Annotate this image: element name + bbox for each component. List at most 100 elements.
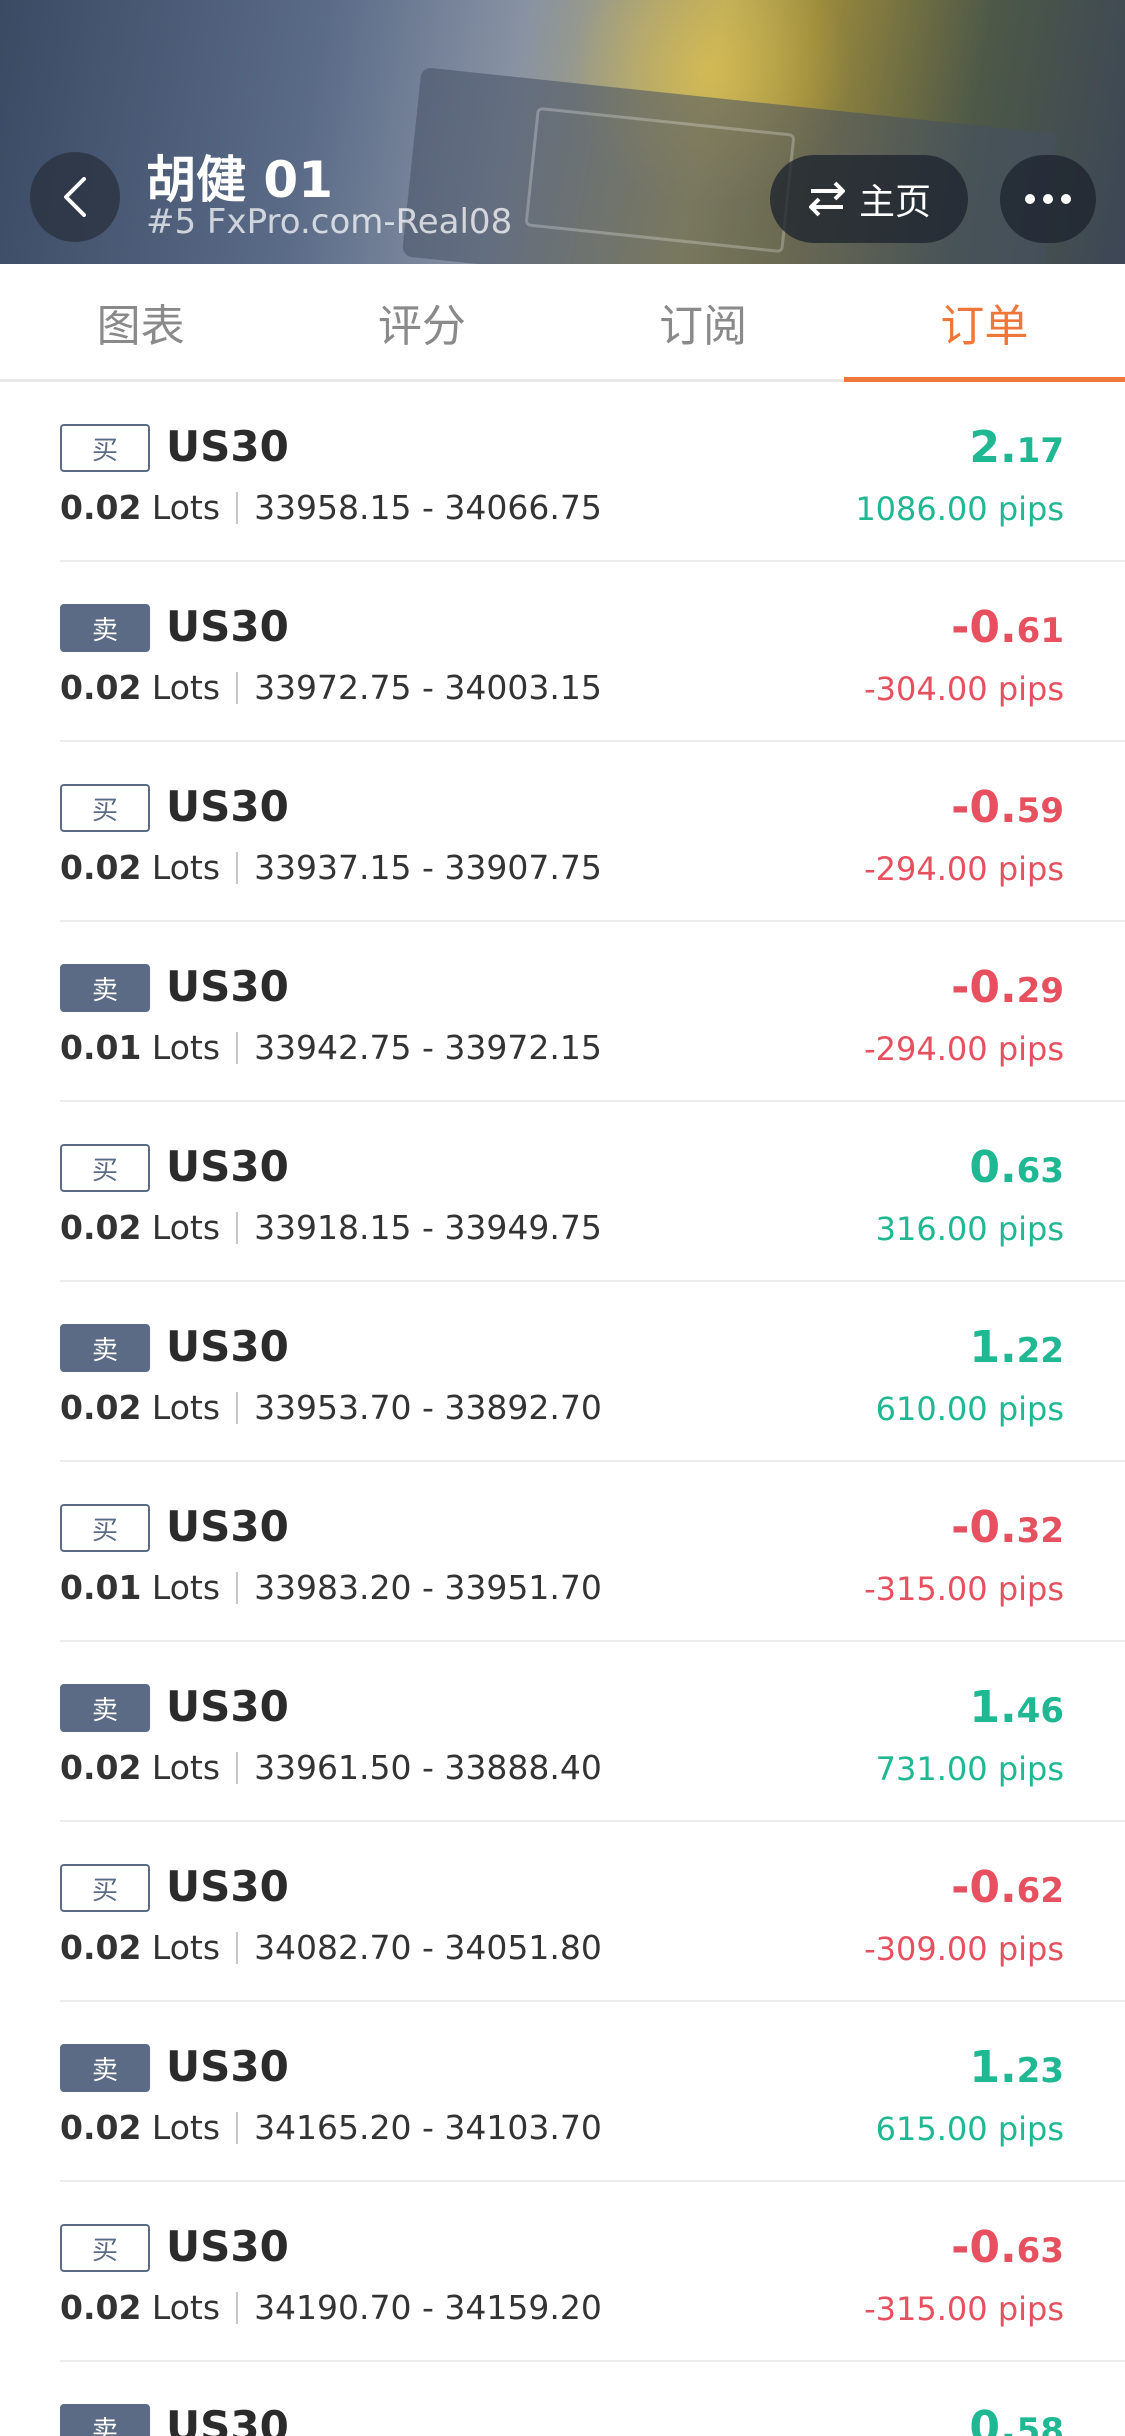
order-side-badge: 卖 xyxy=(60,2044,150,2092)
order-symbol: US30 xyxy=(166,962,289,1011)
order-profit-int: -0. xyxy=(951,782,1017,833)
order-details: 0.02 Lots 33972.75 - 34003.15 xyxy=(60,668,602,707)
order-row[interactable]: 买 US30 0.02 Lots 34082.70 - 34051.80 -0.… xyxy=(60,1822,1125,2002)
order-pips-value: 1086.00 xyxy=(855,490,988,528)
divider xyxy=(236,1751,239,1784)
order-symbol: US30 xyxy=(166,2402,289,2436)
order-profit-dec: 46 xyxy=(1016,1691,1064,1731)
order-price-range: 33983.20 - 33951.70 xyxy=(254,1568,602,1607)
home-button[interactable]: 主页 xyxy=(770,155,968,243)
pips-unit: pips xyxy=(997,1930,1064,1968)
back-button[interactable] xyxy=(30,152,120,242)
order-lots: 0.02 xyxy=(60,2108,142,2147)
tab-rating[interactable]: 评分 xyxy=(281,264,562,379)
order-pips: -294.00 pips xyxy=(864,850,1064,888)
tab-bar: 图表 评分 订阅 订单 xyxy=(0,264,1125,382)
order-pips-value: -309.00 xyxy=(864,1930,988,1968)
order-pips-value: 610.00 xyxy=(875,1390,988,1428)
order-profit-int: 0. xyxy=(969,1142,1017,1193)
order-pips-value: 316.00 xyxy=(875,1210,988,1248)
more-button[interactable] xyxy=(1000,155,1096,243)
order-pips: 731.00 pips xyxy=(876,1750,1064,1788)
order-row[interactable]: 卖 US30 0.02 Lots 33961.50 - 33888.40 1.4… xyxy=(60,1642,1125,1822)
order-details: 0.01 Lots 33942.75 - 33972.15 xyxy=(60,1028,602,1067)
swap-arrows-icon xyxy=(808,181,845,217)
lots-unit: Lots xyxy=(151,2108,221,2147)
divider xyxy=(236,671,239,704)
pips-unit: pips xyxy=(997,490,1064,528)
order-symbol: US30 xyxy=(166,2222,289,2271)
order-side-badge: 卖 xyxy=(60,2404,150,2436)
order-profit: -0.29 xyxy=(951,962,1064,1013)
order-side-badge: 卖 xyxy=(60,604,150,652)
order-symbol: US30 xyxy=(166,2042,289,2091)
order-row[interactable]: 卖 US30 0.02 Lots 33953.70 - 33892.70 1.2… xyxy=(60,1282,1125,1462)
order-row[interactable]: 卖 US30 0.02 Lots 33972.75 - 34003.15 -0.… xyxy=(60,562,1125,742)
order-lots: 0.02 xyxy=(60,668,142,707)
order-details: 0.02 Lots 33918.15 - 33949.75 xyxy=(60,1208,602,1247)
order-profit: -0.32 xyxy=(951,1502,1064,1553)
tab-subscribe[interactable]: 订阅 xyxy=(563,264,844,379)
divider xyxy=(236,2111,239,2144)
order-profit-dec: 32 xyxy=(1016,1511,1064,1551)
order-symbol: US30 xyxy=(166,602,289,651)
order-price-range: 33937.15 - 33907.75 xyxy=(254,848,602,887)
order-side-badge: 卖 xyxy=(60,964,150,1012)
order-row[interactable]: 卖 US30 0.02 Lots 34165.20 - 34103.70 1.2… xyxy=(60,2002,1125,2182)
order-profit: 1.23 xyxy=(969,2042,1064,2093)
order-symbol: US30 xyxy=(166,1682,289,1731)
lots-unit: Lots xyxy=(151,2288,221,2327)
order-profit-dec: 63 xyxy=(1016,1151,1064,1191)
account-header: 胡健 01 #5 FxPro.com-Real08 主页 xyxy=(0,0,1125,264)
order-profit: -0.62 xyxy=(951,1862,1064,1913)
order-profit: 0.58 xyxy=(969,2402,1064,2436)
order-row[interactable]: 买 US30 0.02 Lots 33918.15 - 33949.75 0.6… xyxy=(60,1102,1125,1282)
order-details: 0.02 Lots 34165.20 - 34103.70 xyxy=(60,2108,602,2147)
lots-unit: Lots xyxy=(151,848,221,887)
order-profit-dec: 59 xyxy=(1016,791,1064,831)
order-profit-dec: 29 xyxy=(1016,971,1064,1011)
order-pips: -315.00 pips xyxy=(864,2290,1064,2328)
pips-unit: pips xyxy=(997,1750,1064,1788)
order-profit-dec: 17 xyxy=(1016,431,1064,471)
order-profit: -0.63 xyxy=(951,2222,1064,2273)
order-row[interactable]: 买 US30 0.02 Lots 33937.15 - 33907.75 -0.… xyxy=(60,742,1125,922)
order-lots: 0.02 xyxy=(60,1928,142,1967)
order-profit-int: -0. xyxy=(951,962,1017,1013)
order-pips: 610.00 pips xyxy=(876,1390,1064,1428)
pips-unit: pips xyxy=(997,2290,1064,2328)
order-profit-dec: 62 xyxy=(1016,1871,1064,1911)
order-pips-value: 615.00 xyxy=(875,2110,988,2148)
order-pips: 615.00 pips xyxy=(876,2110,1064,2148)
order-row[interactable]: 买 US30 0.02 Lots 33958.15 - 34066.75 2.1… xyxy=(60,382,1125,562)
tab-chart[interactable]: 图表 xyxy=(0,264,281,379)
order-row[interactable]: 买 US30 0.02 Lots 34190.70 - 34159.20 -0.… xyxy=(60,2182,1125,2362)
order-row[interactable]: 卖 US30 0.01 Lots 33942.75 - 33972.15 -0.… xyxy=(60,922,1125,1102)
lots-unit: Lots xyxy=(151,1028,221,1067)
order-details: 0.02 Lots 34190.70 - 34159.20 xyxy=(60,2288,602,2327)
order-pips: -309.00 pips xyxy=(864,1930,1064,1968)
more-dots-icon xyxy=(1025,194,1035,204)
order-lots: 0.02 xyxy=(60,2288,142,2327)
order-symbol: US30 xyxy=(166,1502,289,1551)
order-profit-dec: 61 xyxy=(1016,611,1064,651)
pips-unit: pips xyxy=(997,670,1064,708)
tab-orders[interactable]: 订单 xyxy=(843,264,1125,382)
order-lots: 0.02 xyxy=(60,1388,142,1427)
lots-unit: Lots xyxy=(151,1388,221,1427)
order-row[interactable]: 买 US30 0.01 Lots 33983.20 - 33951.70 -0.… xyxy=(60,1462,1125,1642)
order-profit: 1.46 xyxy=(969,1682,1064,1733)
order-profit-int: -0. xyxy=(951,1862,1017,1913)
order-price-range: 33961.50 - 33888.40 xyxy=(254,1748,602,1787)
order-lots: 0.02 xyxy=(60,1208,142,1247)
order-details: 0.02 Lots 34082.70 - 34051.80 xyxy=(60,1928,602,1967)
order-pips-value: -315.00 xyxy=(864,1570,988,1608)
order-price-range: 34082.70 - 34051.80 xyxy=(254,1928,602,1967)
order-row[interactable]: 卖 US30 Lots 0.58 xyxy=(60,2362,1125,2436)
order-profit-dec: 23 xyxy=(1016,2051,1064,2091)
order-pips: 316.00 pips xyxy=(876,1210,1064,1248)
divider xyxy=(236,1571,239,1604)
order-details: 0.01 Lots 33983.20 - 33951.70 xyxy=(60,1568,602,1607)
home-button-label: 主页 xyxy=(858,182,931,223)
order-pips-value: -294.00 xyxy=(864,850,988,888)
